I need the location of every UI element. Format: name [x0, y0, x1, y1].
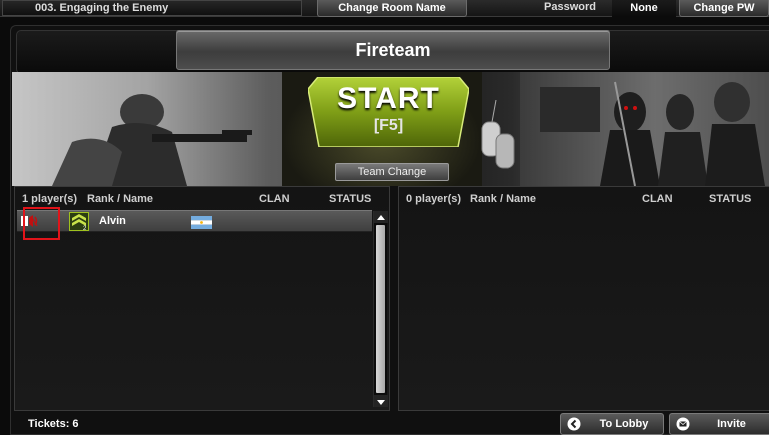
team-change-button[interactable]: Team Change: [335, 163, 449, 181]
right-col-rank-name: Rank / Name: [470, 193, 537, 205]
player-name[interactable]: Alvin: [99, 215, 126, 227]
tickets-label: Tickets: 6: [28, 418, 79, 430]
change-room-name-button[interactable]: Change Room Name: [317, 0, 467, 17]
start-button[interactable]: START [F5]: [308, 77, 469, 147]
player-row[interactable]: 2 Alvin: [17, 210, 372, 232]
invite-button[interactable]: Invite: [669, 413, 769, 435]
dogtags-icon: [481, 100, 515, 169]
start-label: START: [337, 82, 440, 115]
right-col-status: STATUS: [709, 193, 752, 205]
password-label: Password: [544, 1, 596, 13]
room-title: 003. Engaging the Enemy: [2, 0, 302, 16]
argentina-flag: [191, 216, 212, 229]
soldier-artwork-left: [12, 72, 282, 186]
right-team-panel: 0 player(s) Rank / Name CLAN STATUS: [398, 186, 769, 411]
scroll-up-button[interactable]: [374, 211, 388, 223]
change-pw-button[interactable]: Change PW: [679, 0, 769, 17]
to-lobby-label: To Lobby: [599, 418, 649, 430]
arrow-down-icon: [377, 400, 385, 405]
invite-envelope-icon: [676, 417, 690, 431]
left-col-clan: CLAN: [259, 193, 290, 205]
team-banner: START [F5] Team Change: [12, 72, 769, 186]
speaker-highlight-box: [23, 207, 60, 240]
to-lobby-button[interactable]: To Lobby: [560, 413, 664, 435]
password-value: None: [612, 0, 676, 17]
left-col-rank-name: Rank / Name: [87, 193, 154, 205]
left-scrollbar[interactable]: [373, 211, 388, 407]
right-col-clan: CLAN: [642, 193, 673, 205]
arrow-up-icon: [377, 215, 385, 220]
right-player-count: 0 player(s): [406, 193, 462, 205]
soldier-artwork-right: [520, 72, 769, 186]
top-bar: 003. Engaging the Enemy Change Room Name…: [0, 0, 769, 17]
invite-label: Invite: [717, 418, 746, 430]
scroll-thumb[interactable]: [376, 225, 385, 393]
left-player-count: 1 player(s): [22, 193, 78, 205]
sergeant-rank-icon: 2: [69, 212, 89, 231]
left-team-panel: 1 player(s) Rank / Name CLAN STATUS 2 Al…: [14, 186, 390, 411]
scroll-down-button[interactable]: [374, 395, 388, 407]
mode-title: Fireteam: [176, 30, 610, 70]
back-arrow-icon: [567, 417, 581, 431]
start-hotkey: [F5]: [373, 117, 404, 134]
left-col-status: STATUS: [329, 193, 372, 205]
